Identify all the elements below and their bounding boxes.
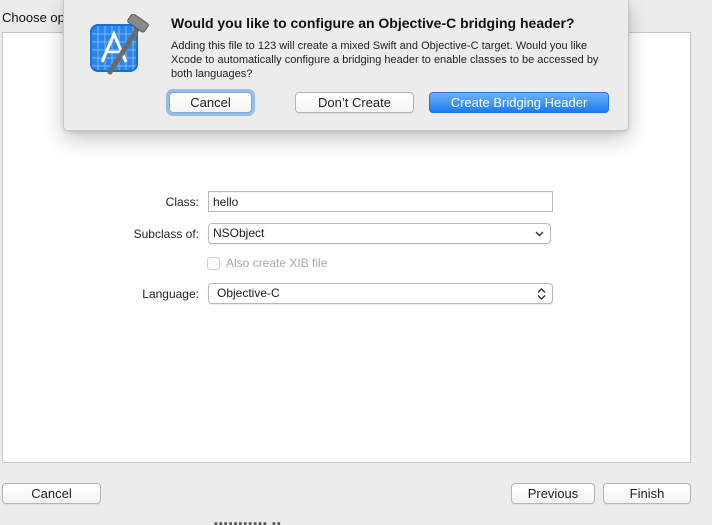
dont-create-button[interactable]: Don’t Create [295, 92, 414, 113]
language-label: Language: [142, 287, 199, 301]
finish-button[interactable]: Finish [603, 483, 691, 504]
language-value: Objective-C [217, 286, 280, 300]
bridging-header-alert: Would you like to configure an Objective… [63, 0, 629, 131]
alert-cancel-button[interactable]: Cancel [169, 92, 252, 113]
previous-button[interactable]: Previous [511, 483, 595, 504]
language-popup[interactable]: Objective-C [208, 283, 553, 304]
subclass-label: Subclass of: [133, 227, 199, 241]
sheet-cancel-button[interactable]: Cancel [2, 483, 101, 504]
class-label: Class: [165, 195, 199, 209]
xib-checkbox-label: Also create XIB file [226, 256, 328, 270]
clipped-text-fragment: ▪▪▪▪▪▪▪▪▪▪▪ ▪▪ [214, 518, 282, 525]
alert-message: Adding this file to 123 will create a mi… [171, 40, 599, 80]
chevron-down-icon[interactable] [532, 224, 546, 243]
sheet-header-text: Choose op [2, 10, 65, 25]
create-bridging-header-button[interactable]: Create Bridging Header [429, 92, 609, 113]
class-name-field[interactable]: hello [208, 191, 553, 212]
subclass-value: NSObject [213, 226, 265, 240]
alert-title: Would you like to configure an Objective… [171, 15, 575, 31]
xcode-hammer-icon [88, 13, 152, 78]
xib-checkbox [207, 256, 220, 270]
updown-chevron-icon [534, 284, 548, 303]
subclass-combo[interactable]: NSObject [208, 223, 551, 244]
xib-checkbox-row: Also create XIB file [207, 256, 327, 270]
